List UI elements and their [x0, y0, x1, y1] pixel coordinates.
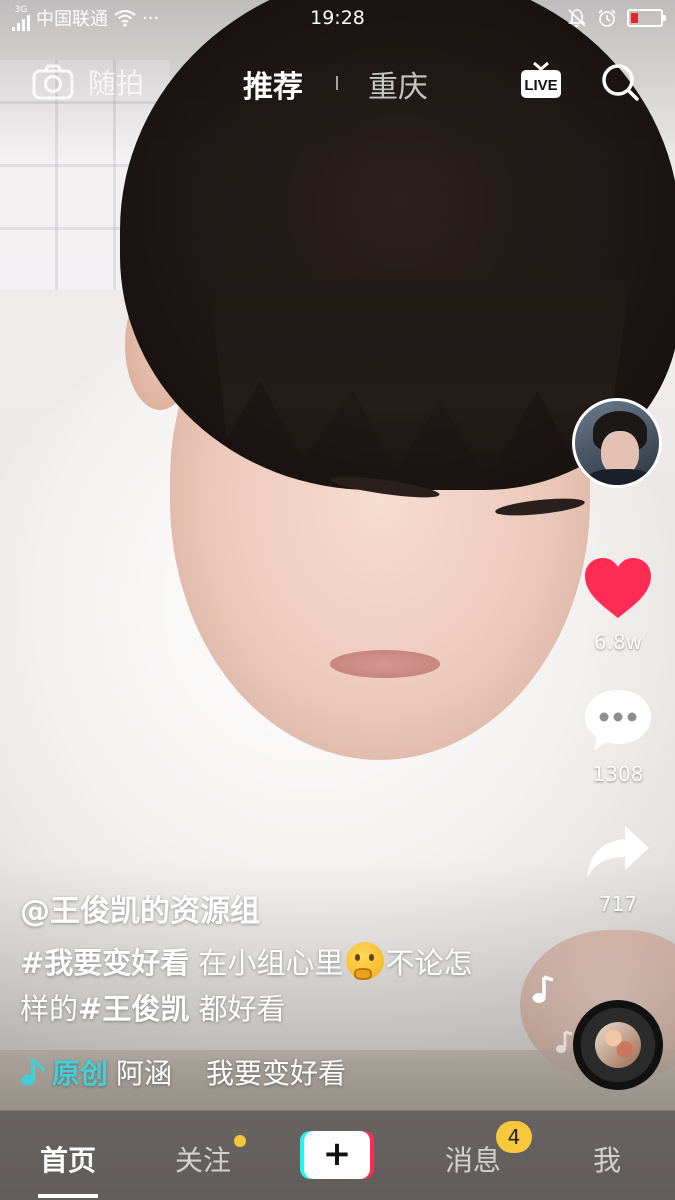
music-title: 我要变好看: [206, 1057, 347, 1090]
search-icon: [602, 64, 639, 101]
tab-me[interactable]: 我: [593, 1139, 621, 1179]
tab-home-indicator: [38, 1194, 98, 1198]
heart-icon: [585, 558, 651, 618]
like-count: 6.8w: [593, 630, 643, 654]
hashtag-link[interactable]: #我要变好看: [20, 946, 189, 980]
network-indicator: 3G: [12, 4, 30, 31]
video-subject-lips: [330, 650, 440, 678]
music-note-icon: [21, 1058, 46, 1086]
battery-level: [631, 13, 638, 23]
status-more: ···: [142, 7, 160, 29]
author-name[interactable]: @王俊凯的资源组: [20, 886, 260, 930]
description-text: 都好看: [189, 992, 286, 1026]
original-sound-label: 原创: [52, 1057, 109, 1090]
thinking-emoji-icon: [345, 942, 384, 980]
author-avatar[interactable]: [572, 398, 662, 488]
create-button[interactable]: +: [300, 1131, 374, 1179]
music-disc[interactable]: [573, 1000, 663, 1090]
status-bar: 3G 中国联通 ··· 19:28: [0, 0, 675, 36]
shoot-button[interactable]: 随拍: [32, 62, 144, 102]
comment-count: 1308: [592, 762, 644, 786]
like-button[interactable]: 6.8w: [575, 556, 661, 654]
comment-button[interactable]: 1308: [575, 688, 661, 786]
tab-divider: [336, 76, 338, 90]
music-artist: 阿涵: [116, 1057, 173, 1090]
create-plus-icon: +: [304, 1131, 370, 1179]
status-left: 3G 中国联通 ···: [12, 5, 159, 31]
share-arrow-icon: [587, 826, 649, 878]
follow-new-dot: [234, 1135, 246, 1147]
wifi-icon: [114, 10, 136, 27]
live-label: LIVE: [524, 77, 557, 94]
signal-icon: [12, 14, 30, 31]
description-text: 在小组心里: [189, 946, 344, 980]
search-button[interactable]: [600, 62, 640, 106]
network-type: 3G: [14, 4, 28, 15]
tab-recommend[interactable]: 推荐: [243, 62, 303, 106]
alarm-icon: [598, 9, 616, 27]
messages-badge: 4: [496, 1121, 532, 1153]
top-nav: 随拍 推荐 重庆 LIVE: [0, 50, 675, 114]
hashtag-link[interactable]: #王俊凯: [78, 992, 189, 1026]
tab-follow[interactable]: 关注: [175, 1139, 231, 1179]
live-tv-icon: LIVE: [521, 61, 561, 98]
live-button[interactable]: LIVE: [520, 60, 562, 104]
camera-icon: [32, 64, 74, 100]
tab-city[interactable]: 重庆: [368, 62, 428, 106]
status-right: [567, 8, 666, 28]
carrier-name: 中国联通: [36, 9, 108, 30]
battery-icon: [627, 9, 666, 27]
music-cover: [595, 1022, 641, 1068]
floating-note-icon: [532, 975, 554, 1003]
music-info[interactable]: 原创 阿涵 我要变好看: [20, 1052, 356, 1092]
shoot-label: 随拍: [88, 67, 145, 100]
tab-messages[interactable]: 消息: [445, 1139, 501, 1179]
share-count: 717: [598, 892, 638, 916]
share-button[interactable]: 717: [575, 822, 661, 916]
tab-home[interactable]: 首页: [40, 1139, 96, 1179]
bell-muted-icon: [568, 9, 586, 27]
floating-note-icon: [556, 1030, 573, 1053]
video-description: #我要变好看 在小组心里 不论怎样的#王俊凯 都好看: [20, 940, 490, 1032]
comment-bubble-icon: [585, 690, 651, 750]
